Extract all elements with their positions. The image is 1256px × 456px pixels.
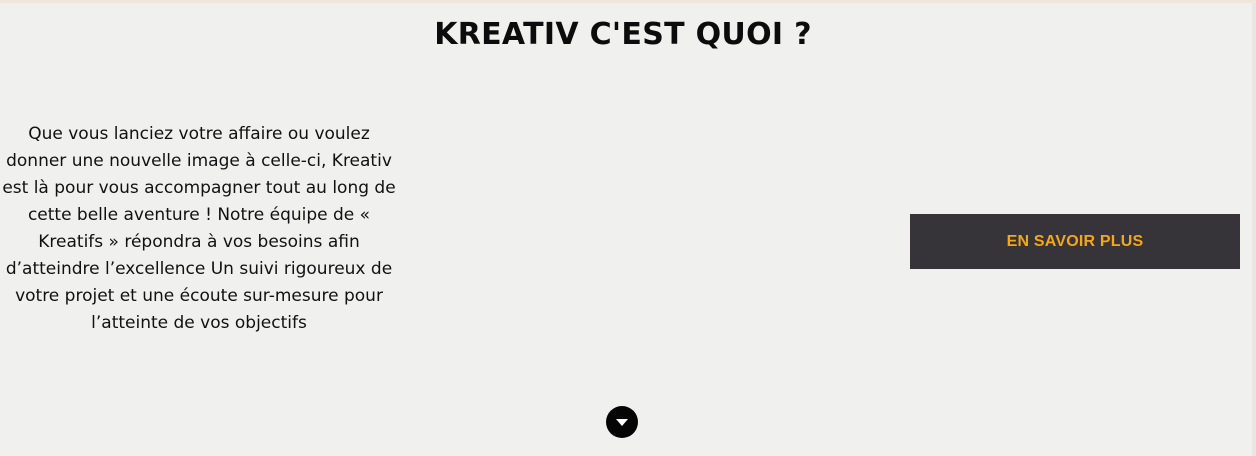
section-description: Que vous lanciez votre affaire ou voulez…: [2, 124, 396, 333]
chevron-down-icon: [616, 418, 628, 426]
scrollbar-edge: [1252, 3, 1256, 456]
page: KREATIV C'EST QUOI ? Que vous lanciez vo…: [0, 0, 1256, 456]
learn-more-button[interactable]: EN SAVOIR PLUS: [910, 214, 1240, 269]
learn-more-label: EN SAVOIR PLUS: [1006, 232, 1144, 250]
section-title: KREATIV C'EST QUOI ?: [434, 17, 812, 52]
scroll-down-button[interactable]: [606, 406, 638, 438]
